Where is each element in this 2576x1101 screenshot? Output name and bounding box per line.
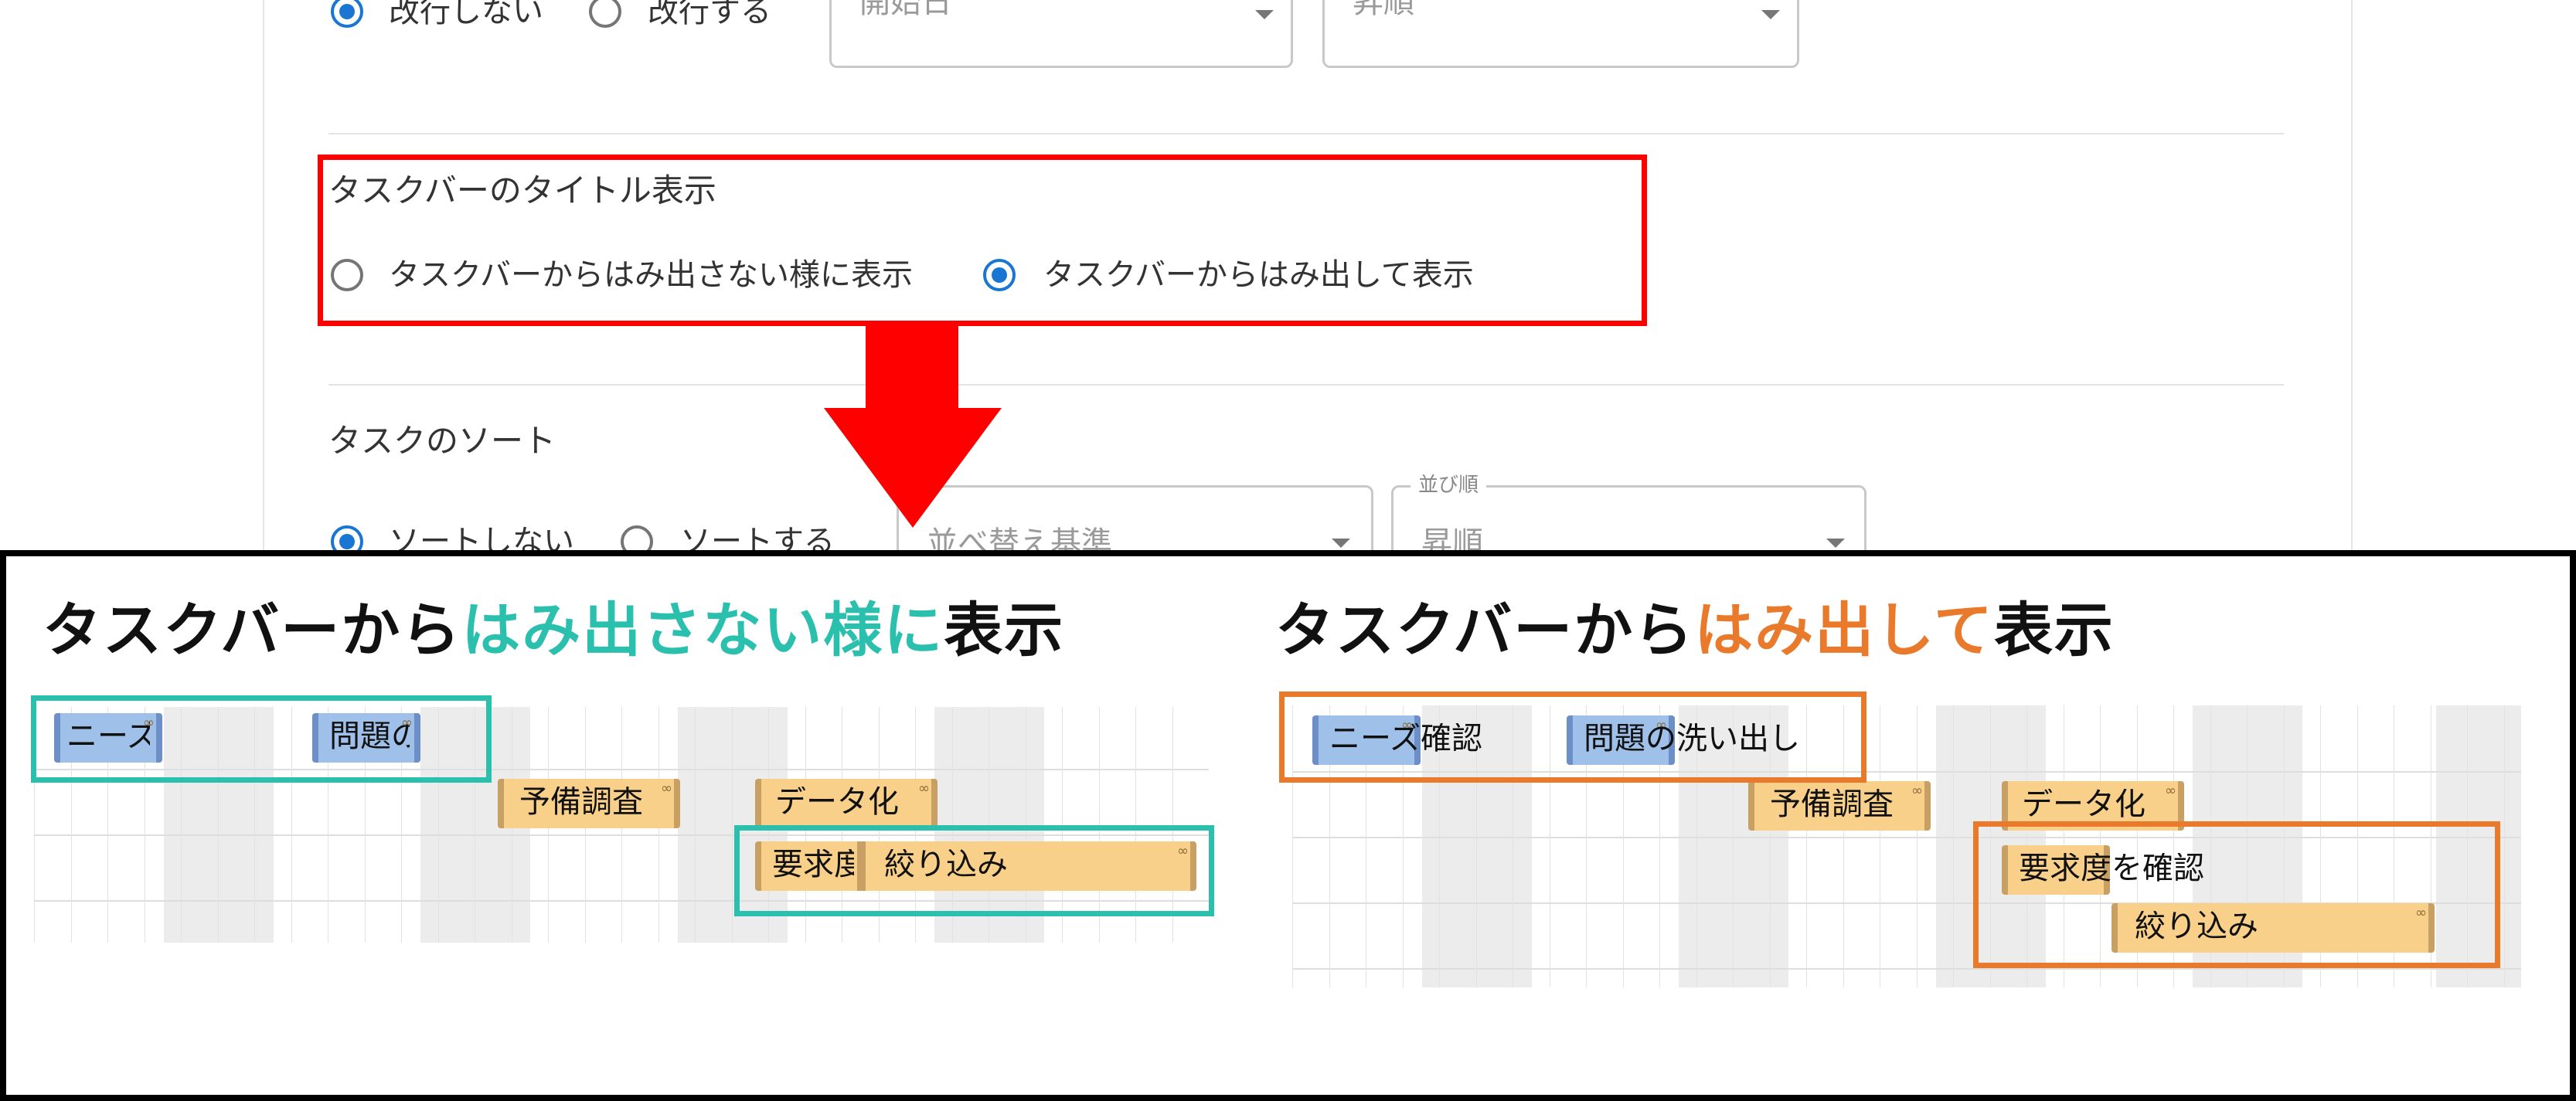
day-gridline [1953,705,1954,987]
task-bar[interactable]: データ化 ∞ [755,779,938,828]
divider [328,133,2284,134]
arrow-down-icon-head [824,408,1002,528]
chevron-down-icon [1826,539,1845,548]
radio-wrap-label: 改行する [648,0,771,29]
task-label: データ化 [2022,789,2146,820]
task-bar[interactable]: 予備調査 ∞ [498,779,680,828]
teal-highlight-box [734,825,1214,916]
day-gridline [1917,705,1918,987]
teal-highlight-box [31,695,492,783]
radio-no-wrap-label: 改行しない [389,0,543,29]
day-gridline [2504,705,2505,987]
right-heading-post: 表示 [1993,596,2115,664]
right-heading: タスクバーからはみ出して表示 [1275,601,2115,660]
task-label: データ化 [775,787,899,817]
task-label: 予備調査 [1770,789,1894,820]
link-icon: ∞ [918,780,930,797]
chevron-down-icon [1761,10,1780,19]
left-heading-pre: タスクバーから [43,596,462,664]
link-icon: ∞ [661,780,672,797]
day-gridline [695,707,696,943]
sort-heading: タスクのソート [328,422,556,460]
day-gridline [732,707,733,943]
left-heading: タスクバーからはみ出さない様に表示 [43,601,1064,660]
link-icon: ∞ [2165,783,2176,799]
task-bar[interactable]: 予備調査 ∞ [1748,781,1931,831]
wrap-order-value: 昇順 [1353,0,1414,20]
orange-highlight-box [1973,821,2500,968]
task-label: 予備調査 [519,787,643,817]
sort-order-legend: 並び順 [1411,475,1487,495]
left-heading-post: 表示 [944,596,1065,664]
right-heading-pre: タスクバーから [1275,596,1695,664]
orange-highlight-box [1279,692,1866,783]
right-heading-highlight: はみ出して [1694,596,1994,664]
chevron-down-icon [1332,539,1350,548]
highlight-box [318,155,1647,326]
divider [328,384,2284,386]
wrap-field-select[interactable]: 開始日 [829,0,1293,68]
arrow-down-icon [866,325,958,409]
left-heading-highlight: はみ出さない様に [461,596,944,664]
chevron-down-icon [1255,10,1274,19]
wrap-field-value: 開始日 [859,0,952,20]
link-icon: ∞ [1911,783,1923,799]
wrap-order-select[interactable]: 昇順 [1322,0,1799,68]
